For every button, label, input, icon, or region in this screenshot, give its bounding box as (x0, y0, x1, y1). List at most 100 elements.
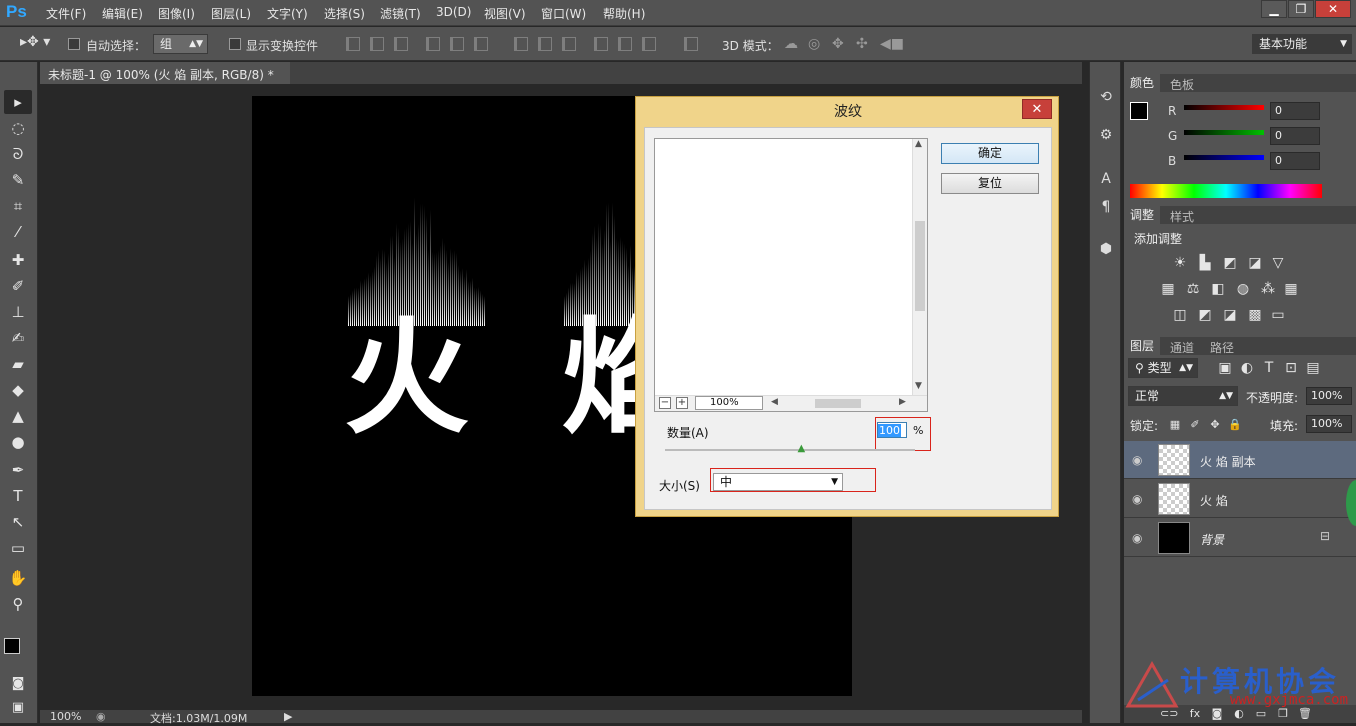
invert-icon[interactable]: ◫ (1171, 306, 1189, 324)
posterize-icon[interactable]: ◩ (1196, 306, 1214, 324)
eraser-tool-icon[interactable]: ▰ (4, 352, 32, 376)
hand-tool-icon[interactable]: ✋ (4, 566, 32, 590)
scale-3d-icon[interactable]: ◀■ (880, 36, 904, 52)
filter-smart-object-icon[interactable]: ▤ (1304, 359, 1322, 377)
channel-g-slider[interactable] (1184, 130, 1264, 135)
close-icon[interactable]: ✕ (1315, 0, 1351, 18)
fill-input[interactable]: 100% (1306, 415, 1352, 433)
history-brush-tool-icon[interactable]: ✍ (4, 326, 32, 350)
channel-mixer-icon[interactable]: ⁂ (1259, 280, 1277, 298)
layer-style-icon[interactable]: fx (1186, 705, 1204, 723)
add-mask-icon[interactable]: ◙ (1208, 705, 1226, 723)
vibrance-icon[interactable]: ▽ (1269, 254, 1287, 272)
align-left-icon[interactable] (426, 37, 440, 51)
pen-tool-icon[interactable]: ✒ (4, 458, 32, 482)
levels-icon[interactable]: ▙ (1196, 254, 1214, 272)
lock-pixels-icon[interactable]: ✐ (1186, 416, 1204, 434)
layer-row[interactable]: ◉ 火 焰 副本 (1124, 441, 1356, 479)
gradient-map-icon[interactable]: ▭ (1269, 306, 1287, 324)
scroll-left-icon[interactable]: ◀ (771, 397, 778, 407)
move-tool-icon[interactable]: ▸ (4, 90, 32, 114)
screen-mode-icon[interactable]: ▣ (4, 696, 32, 720)
menu-image[interactable]: 图像(I) (158, 5, 195, 22)
tab-adjustments[interactable]: 调整 (1124, 206, 1161, 224)
opacity-input[interactable]: 100% (1306, 387, 1352, 405)
zoom-level[interactable]: 100% (50, 710, 81, 723)
rectangle-tool-icon[interactable]: ▭ (4, 536, 32, 560)
tab-color[interactable]: 颜色 (1124, 74, 1161, 92)
type-tool-icon[interactable]: T (4, 484, 32, 508)
crop-tool-icon[interactable]: ⌗ (4, 194, 32, 218)
drag-3d-icon[interactable]: ✥ (832, 36, 844, 52)
menu-help[interactable]: 帮助(H) (603, 5, 645, 22)
channel-b-slider[interactable] (1184, 155, 1264, 160)
auto-align-icon[interactable] (684, 37, 698, 51)
lock-all-icon[interactable]: 🔒 (1226, 416, 1244, 434)
tab-styles[interactable]: 样式 (1164, 208, 1200, 225)
3d-panel-icon[interactable]: ⬢ (1095, 238, 1117, 260)
amount-slider-track[interactable] (665, 449, 915, 451)
move-tool-preset-icon[interactable]: ▸✥ ▾ (20, 34, 50, 50)
visibility-eye-icon[interactable]: ◉ (1132, 453, 1142, 467)
zoom-in-icon[interactable]: + (676, 397, 688, 409)
channel-g-value[interactable]: 0 (1270, 127, 1320, 145)
healing-brush-tool-icon[interactable]: ✚ (4, 248, 32, 272)
menu-file[interactable]: 文件(F) (46, 5, 86, 22)
color-spectrum-bar[interactable] (1130, 184, 1322, 198)
align-right-icon[interactable] (474, 37, 488, 51)
align-vcenter-icon[interactable] (370, 37, 384, 51)
scroll-right-icon[interactable]: ▶ (899, 397, 906, 407)
tab-channels[interactable]: 通道 (1164, 339, 1200, 356)
curves-icon[interactable]: ◩ (1221, 254, 1239, 272)
auto-select-dropdown[interactable]: 组 ▲▼ (153, 34, 208, 54)
hue-saturation-icon[interactable]: ▦ (1159, 280, 1177, 298)
paragraph-panel-icon[interactable]: ¶ (1095, 196, 1117, 218)
dialog-close-icon[interactable]: ✕ (1022, 99, 1052, 119)
path-select-tool-icon[interactable]: ↖ (4, 510, 32, 534)
clone-stamp-tool-icon[interactable]: ⊥ (4, 300, 32, 324)
layer-row[interactable]: ◉ 火 焰 (1124, 480, 1356, 518)
blend-mode-dropdown[interactable]: 正常 ▲▼ (1128, 386, 1238, 406)
restore-icon[interactable]: ❐ (1288, 0, 1314, 18)
align-top-icon[interactable] (346, 37, 360, 51)
filter-adjustment-icon[interactable]: ◐ (1238, 359, 1256, 377)
minimize-icon[interactable]: ▁ (1261, 0, 1287, 18)
reset-button[interactable]: 复位 (941, 173, 1039, 194)
visibility-eye-icon[interactable]: ◉ (1132, 492, 1142, 506)
menu-window[interactable]: 窗口(W) (541, 5, 586, 22)
paint-bucket-tool-icon[interactable]: ◆ (4, 378, 32, 402)
menu-3d[interactable]: 3D(D) (436, 5, 471, 19)
menu-edit[interactable]: 编辑(E) (102, 5, 143, 22)
status-menu-arrow-icon[interactable]: ▶ (284, 710, 292, 723)
menu-view[interactable]: 视图(V) (484, 5, 526, 22)
slide-3d-icon[interactable]: ✣ (856, 36, 868, 52)
dodge-tool-icon[interactable]: ● (4, 430, 32, 454)
channel-b-value[interactable]: 0 (1270, 152, 1320, 170)
zoom-out-icon[interactable]: − (659, 397, 671, 409)
filter-type-icon[interactable]: T (1260, 359, 1278, 377)
menu-type[interactable]: 文字(Y) (267, 5, 308, 22)
distribute-hcenter-icon[interactable] (618, 37, 632, 51)
scroll-up-icon[interactable]: ▲ (915, 139, 922, 149)
tab-paths[interactable]: 路径 (1204, 339, 1240, 356)
workspace-dropdown[interactable]: 基本功能 ▼ (1252, 34, 1352, 54)
brightness-icon[interactable]: ☀ (1171, 254, 1189, 272)
brush-tool-icon[interactable]: ✐ (4, 274, 32, 298)
zoom-tool-icon[interactable]: ⚲ (4, 592, 32, 616)
preview-vscroll-thumb[interactable] (915, 221, 925, 311)
menu-layer[interactable]: 图层(L) (211, 5, 251, 22)
menu-select[interactable]: 选择(S) (324, 5, 365, 22)
quick-mask-icon[interactable]: ◙ (4, 672, 32, 696)
menu-filter[interactable]: 滤镜(T) (380, 5, 421, 22)
rotate-3d-icon[interactable]: ☁ (784, 36, 798, 52)
properties-panel-icon[interactable]: ⚙ (1095, 124, 1117, 146)
marquee-tool-icon[interactable]: ◌ (4, 116, 32, 140)
preview-hscroll-thumb[interactable] (815, 399, 861, 408)
show-transform-checkbox[interactable] (229, 38, 241, 50)
visibility-eye-icon[interactable]: ◉ (1132, 531, 1142, 545)
scroll-down-icon[interactable]: ▼ (915, 381, 922, 391)
ok-button[interactable]: 确定 (941, 143, 1039, 164)
eyedropper-tool-icon[interactable]: ⁄ (4, 220, 32, 244)
distribute-top-icon[interactable] (514, 37, 528, 51)
tab-layers[interactable]: 图层 (1124, 337, 1161, 355)
